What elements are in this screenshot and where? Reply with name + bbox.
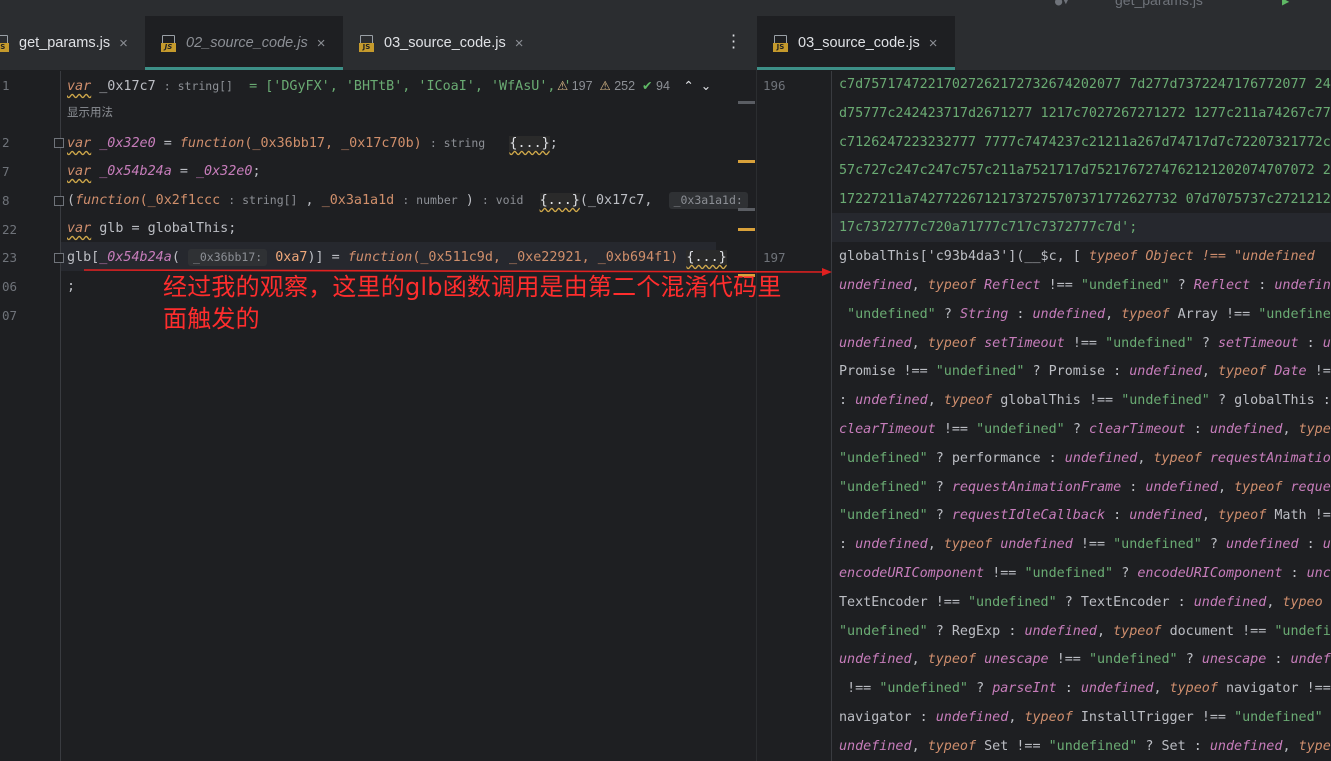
tab-03-source-code[interactable]: JS 03_source_code.js × xyxy=(343,16,541,70)
code-line: : undefined, typeof undefined !== "undef… xyxy=(839,537,1331,553)
tab-02-source-code[interactable]: JS 02_source_code.js × xyxy=(145,16,343,70)
left-editor[interactable]: 1 2 7 8 22 23 06 07 var _0x17c7 : string… xyxy=(0,71,756,761)
code-line: "undefined" ? RegExp : undefined, typeof… xyxy=(839,623,1331,639)
code-line-197: globalThis['c93b4da3'](__$c, [ typeof Ob… xyxy=(839,249,1315,264)
close-icon[interactable]: × xyxy=(515,35,524,52)
code-line: undefined, typeof setTimeout !== "undefi… xyxy=(839,335,1331,351)
line-number-gutter: 196 197 xyxy=(757,71,832,761)
line-number: 196 xyxy=(763,78,786,93)
line-number: 2 xyxy=(2,135,10,150)
scroll-mark xyxy=(738,101,755,104)
warning-count: 197 xyxy=(571,79,593,93)
weak-warning-icon: ⚠ xyxy=(599,79,611,93)
code-line-7: var _0x54b24a = _0x32e0; xyxy=(67,164,261,179)
code-line: undefined, typeof Set !== "undefined" ? … xyxy=(839,738,1331,754)
code-line-1: var _0x17c7 : string[] = ['DGyFX', 'BHTt… xyxy=(67,79,572,94)
close-icon[interactable]: × xyxy=(317,35,326,52)
tab-label: get_params.js xyxy=(19,35,111,51)
line-number: 22 xyxy=(2,222,18,237)
line-number: 1 xyxy=(2,78,10,93)
scroll-mark xyxy=(738,228,755,231)
code-line: TextEncoder !== "undefined" ? TextEncode… xyxy=(839,594,1323,610)
active-tab-indicator xyxy=(145,67,343,70)
tab-label: 03_source_code.js xyxy=(384,35,506,51)
code-line-end: ; xyxy=(67,279,76,294)
line-number: 7 xyxy=(2,164,10,179)
code-line: undefined, typeof Reflect !== "undefined… xyxy=(839,278,1331,293)
line-number: 8 xyxy=(2,193,10,208)
inspection-widget[interactable]: ⚠ 197 ⚠ 252 ✔ 94 ⌃ ⌄ xyxy=(557,78,711,93)
js-file-icon: JS xyxy=(0,34,11,52)
code-line: "undefined" ? String : undefined, typeof… xyxy=(847,306,1331,322)
run-icon[interactable]: ▶ xyxy=(1282,0,1289,8)
code-line: !== "undefined" ? parseInt : undefined, … xyxy=(847,681,1331,697)
fold-toggle-icon[interactable] xyxy=(54,138,64,148)
typo-count: 94 xyxy=(656,79,670,93)
right-tab-bar: JS 03_source_code.js × xyxy=(757,16,1331,71)
warning-icon: ⚠ xyxy=(557,79,569,93)
left-tab-bar: JS get_params.js × JS 02_source_code.js … xyxy=(0,16,756,71)
code-line-22: var glb = globalThis; xyxy=(67,221,237,236)
code-line: : undefined, typeof globalThis !== "unde… xyxy=(839,393,1331,409)
more-options-icon[interactable]: · · · xyxy=(731,28,736,56)
check-icon: ✔ xyxy=(642,79,653,93)
line-number: 07 xyxy=(2,308,18,323)
weak-warning-count: 252 xyxy=(614,79,636,93)
user-icon[interactable]: ●▾ xyxy=(1055,0,1069,8)
active-tab-indicator xyxy=(757,67,955,70)
line-number: 197 xyxy=(763,250,786,265)
tab-label: 03_source_code.js xyxy=(798,35,920,51)
code-line-2: var _0x32e0 = function(_0x36bb17, _0x17c… xyxy=(67,136,558,151)
tab-03-source-code-right[interactable]: JS 03_source_code.js × xyxy=(757,16,955,70)
code-line: encodeURIComponent !== "undefined" ? enc… xyxy=(839,566,1331,581)
js-file-icon: JS xyxy=(773,34,790,52)
close-icon[interactable]: × xyxy=(119,35,128,52)
code-line: 57c727c247c247c757c211a7521717d752176727… xyxy=(839,163,1331,178)
close-icon[interactable]: × xyxy=(929,35,938,52)
scroll-mark xyxy=(738,208,755,211)
code-line: d75777c242423717d2671277 1217c7027267271… xyxy=(839,106,1331,121)
code-line-23: glb[_0x54b24a( _0x36bb17: 0xa7)] = funct… xyxy=(67,249,727,266)
run-toolbar: ●▾ get_params.js ▶ xyxy=(0,0,1331,16)
code-line: Promise !== "undefined" ? Promise : unde… xyxy=(839,364,1331,380)
code-line-8: (function(_0x2f1ccc : string[] , _0x3a1a… xyxy=(67,189,756,211)
fold-toggle-icon[interactable] xyxy=(54,253,64,263)
code-line: navigator : undefined, typeof InstallTri… xyxy=(839,710,1323,725)
fold-toggle-icon[interactable] xyxy=(54,196,64,206)
line-number: 23 xyxy=(2,250,18,265)
js-file-icon: JS xyxy=(161,34,178,52)
code-line: c7126247223232777 7777c7474237c21211a267… xyxy=(839,135,1331,150)
code-line: c7d75717472217027262172732674202077 7d27… xyxy=(839,77,1331,92)
code-line: 17c7372777c720a71777c717c7372777c7d'; xyxy=(839,220,1138,235)
line-number-gutter: 1 2 7 8 22 23 06 07 xyxy=(0,71,61,761)
annotation-text: 经过我的观察，这里的glb函数调用是由第二个混淆代码里面触发的 xyxy=(163,273,782,333)
code-line: "undefined" ? performance : undefined, t… xyxy=(839,450,1331,466)
line-number: 06 xyxy=(2,279,18,294)
tab-get-params[interactable]: JS get_params.js × xyxy=(0,16,140,70)
scroll-mark xyxy=(738,160,755,163)
tab-label: 02_source_code.js xyxy=(186,35,308,51)
run-config-name[interactable]: get_params.js xyxy=(1115,0,1203,8)
nav-arrows-icon: ⌃ ⌄ xyxy=(683,79,712,93)
usage-hint[interactable]: 显示用法 xyxy=(67,104,113,120)
code-line: clearTimeout !== "undefined" ? clearTime… xyxy=(839,422,1331,437)
code-line: undefined, typeof unescape !== "undefine… xyxy=(839,652,1331,668)
js-file-icon: JS xyxy=(359,34,376,52)
code-line: "undefined" ? requestIdleCallback : unde… xyxy=(839,508,1331,524)
right-editor[interactable]: 196 197 c7d75717472217027262172732674202… xyxy=(757,71,1331,761)
code-line: 17227211a7427722671217372757073717726277… xyxy=(839,192,1331,207)
code-line: "undefined" ? requestAnimationFrame : un… xyxy=(839,479,1331,495)
